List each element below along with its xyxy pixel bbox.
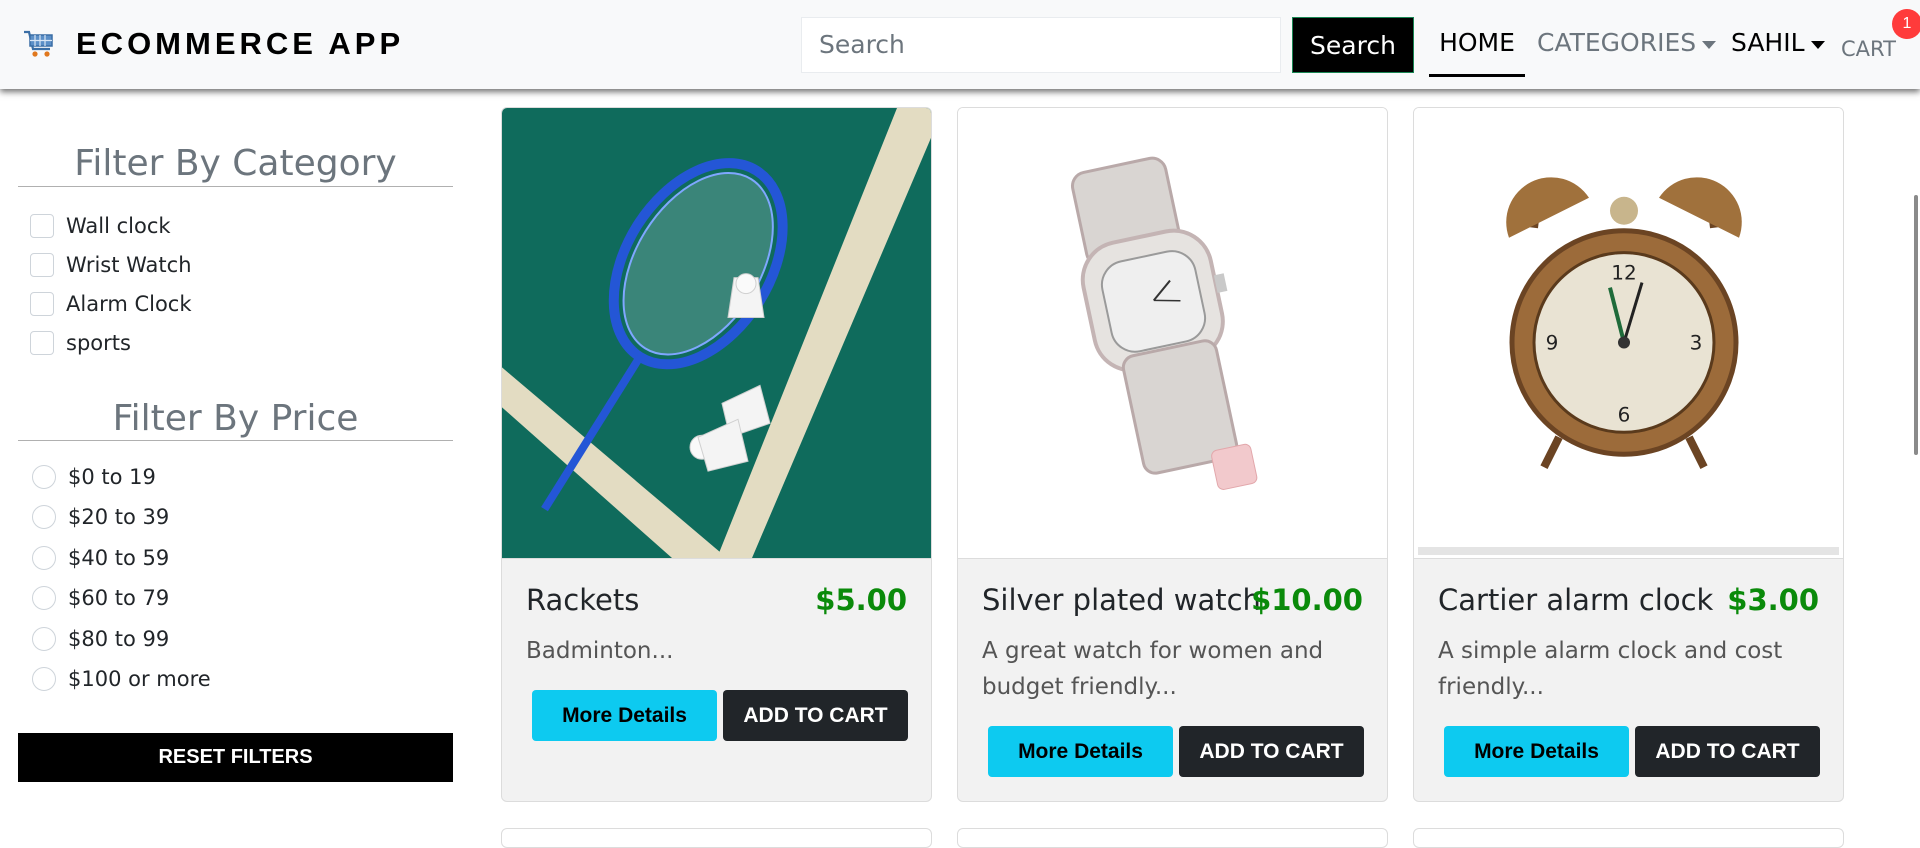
product-name: Silver plated watch — [982, 583, 1261, 617]
product-image-watch[interactable] — [958, 108, 1387, 559]
nav-categories-dropdown[interactable]: CATEGORIES — [1537, 26, 1717, 60]
product-price: $3.00 — [1727, 583, 1819, 617]
radio-button[interactable] — [32, 667, 56, 691]
search-input[interactable]: Search — [801, 17, 1281, 73]
cart-count-badge: 1 — [1892, 9, 1920, 39]
nav-home-link[interactable]: HOME — [1429, 26, 1525, 60]
radio-button[interactable] — [32, 465, 56, 489]
category-option-sports[interactable]: sports — [30, 331, 131, 355]
product-image-alarm-clock[interactable]: 12 3 6 9 — [1414, 108, 1843, 559]
nav-cart-link[interactable]: CART — [1841, 32, 1896, 66]
product-card-partial — [501, 828, 932, 848]
price-option-40-59[interactable]: $40 to 59 — [30, 546, 169, 570]
search-button[interactable]: Search — [1292, 17, 1414, 73]
svg-text:3: 3 — [1690, 330, 1703, 354]
add-to-cart-button[interactable]: ADD TO CART — [1635, 726, 1820, 777]
price-option-20-39[interactable]: $20 to 39 — [30, 505, 169, 529]
product-description: Badminton... — [526, 638, 674, 664]
more-details-button[interactable]: More Details — [532, 690, 717, 741]
price-option-label: $40 to 59 — [68, 546, 170, 570]
category-option-label: Alarm Clock — [66, 292, 192, 316]
product-image-rackets[interactable] — [502, 108, 931, 559]
chevron-down-icon — [1702, 40, 1717, 49]
category-option-wrist-watch[interactable]: Wrist Watch — [30, 253, 192, 277]
product-card-partial — [957, 828, 1388, 848]
product-name: Rackets — [526, 583, 640, 617]
product-card: 12 3 6 9 Cartier alarm clock $3.00 A sim… — [1413, 107, 1844, 802]
product-price: $5.00 — [815, 583, 907, 617]
product-description: A simple alarm clock and cost friendly..… — [1438, 638, 1783, 700]
checkbox[interactable] — [30, 292, 54, 316]
filter-category-title: Filter By Category — [74, 143, 397, 184]
price-option-60-79[interactable]: $60 to 79 — [30, 586, 169, 610]
category-option-wall-clock[interactable]: Wall clock — [30, 214, 171, 238]
navbar: ECOMMERCE APP Search Search HOME CATEGOR… — [0, 0, 1920, 89]
checkbox[interactable] — [30, 214, 54, 238]
category-option-label: sports — [66, 331, 131, 355]
product-name: Cartier alarm clock — [1438, 583, 1714, 617]
brand-name: ECOMMERCE APP — [76, 26, 405, 61]
category-option-label: Wrist Watch — [66, 253, 192, 277]
more-details-button[interactable]: More Details — [988, 726, 1173, 777]
divider — [18, 440, 453, 441]
radio-button[interactable] — [32, 586, 56, 610]
nav-user-dropdown[interactable]: SAHIL — [1731, 26, 1825, 60]
add-to-cart-button[interactable]: ADD TO CART — [1179, 726, 1364, 777]
filter-price-title: Filter By Price — [112, 398, 359, 439]
nav-home-active-indicator — [1429, 74, 1525, 77]
nav-user-label: SAHIL — [1731, 28, 1805, 57]
price-option-label: $100 or more — [68, 667, 211, 691]
add-to-cart-button[interactable]: ADD TO CART — [723, 690, 908, 741]
radio-button[interactable] — [32, 546, 56, 570]
product-card: Silver plated watch $10.00 A great watch… — [957, 107, 1388, 802]
shopping-cart-icon — [24, 30, 53, 57]
brand[interactable]: ECOMMERCE APP — [22, 26, 404, 62]
nav-categories-label: CATEGORIES — [1537, 28, 1697, 57]
product-card: Rackets $5.00 Badminton... More Details … — [501, 107, 932, 802]
svg-text:6: 6 — [1618, 402, 1631, 426]
divider — [18, 186, 453, 187]
svg-text:9: 9 — [1546, 330, 1559, 354]
chevron-down-icon — [1810, 40, 1825, 49]
price-option-label: $20 to 39 — [68, 505, 170, 529]
category-option-label: Wall clock — [66, 214, 171, 238]
product-card-partial — [1413, 828, 1844, 848]
price-option-label: $0 to 19 — [68, 465, 156, 489]
reset-filters-button[interactable]: RESET FILTERS — [18, 733, 453, 782]
checkbox[interactable] — [30, 331, 54, 355]
svg-text:12: 12 — [1611, 261, 1636, 285]
price-option-100-plus[interactable]: $100 or more — [30, 667, 211, 691]
product-price: $10.00 — [1251, 583, 1363, 617]
category-option-alarm-clock[interactable]: Alarm Clock — [30, 292, 192, 316]
price-option-0-19[interactable]: $0 to 19 — [30, 465, 156, 489]
checkbox[interactable] — [30, 253, 54, 277]
product-description: A great watch for women and budget frien… — [982, 638, 1324, 700]
radio-button[interactable] — [32, 627, 56, 651]
radio-button[interactable] — [32, 505, 56, 529]
page-scrollbar[interactable] — [1914, 195, 1918, 455]
more-details-button[interactable]: More Details — [1444, 726, 1629, 777]
price-option-80-99[interactable]: $80 to 99 — [30, 627, 169, 651]
price-option-label: $80 to 99 — [68, 627, 170, 651]
price-option-label: $60 to 79 — [68, 586, 170, 610]
